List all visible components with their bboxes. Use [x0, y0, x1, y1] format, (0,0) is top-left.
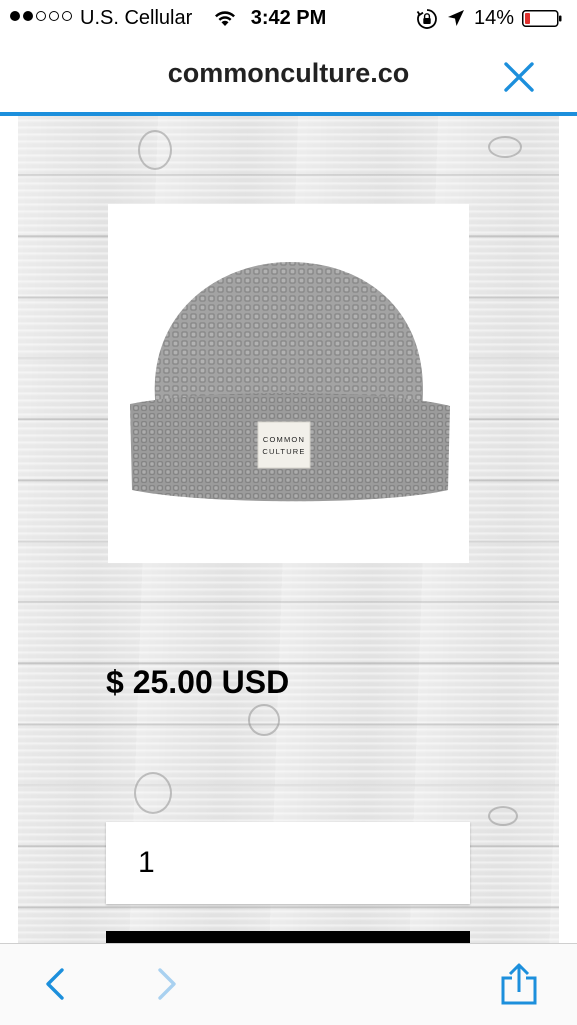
battery-percentage: 14% [474, 7, 515, 29]
forward-button[interactable] [152, 964, 182, 1009]
beanie-label-line2: CULTURE [262, 447, 305, 456]
beanie-label-line1: COMMON [263, 435, 305, 444]
quantity-input[interactable] [106, 822, 470, 904]
product-price: $ 25.00 USD [106, 664, 290, 700]
chevron-right-icon [158, 968, 176, 1000]
battery-icon [522, 10, 562, 27]
share-button[interactable] [498, 962, 540, 1011]
back-button[interactable] [40, 964, 70, 1009]
page-domain: commonculture.co [167, 58, 410, 88]
orientation-lock-icon [416, 8, 438, 36]
status-bar: U.S. Cellular 3:42 PM 14% [0, 0, 577, 38]
location-arrow-icon [447, 8, 465, 34]
product-image[interactable]: COMMON CULTURE [108, 204, 469, 563]
close-icon [504, 62, 534, 92]
browser-header: commonculture.co [0, 38, 577, 112]
add-to-cart-button[interactable] [106, 931, 470, 943]
beanie-image: COMMON CULTURE [130, 262, 450, 502]
close-button[interactable] [500, 58, 538, 96]
chevron-left-icon [46, 968, 64, 1000]
web-content[interactable]: COMMON CULTURE $ 25.00 USD [0, 116, 577, 943]
share-icon [501, 963, 537, 1005]
browser-toolbar [0, 943, 577, 1025]
